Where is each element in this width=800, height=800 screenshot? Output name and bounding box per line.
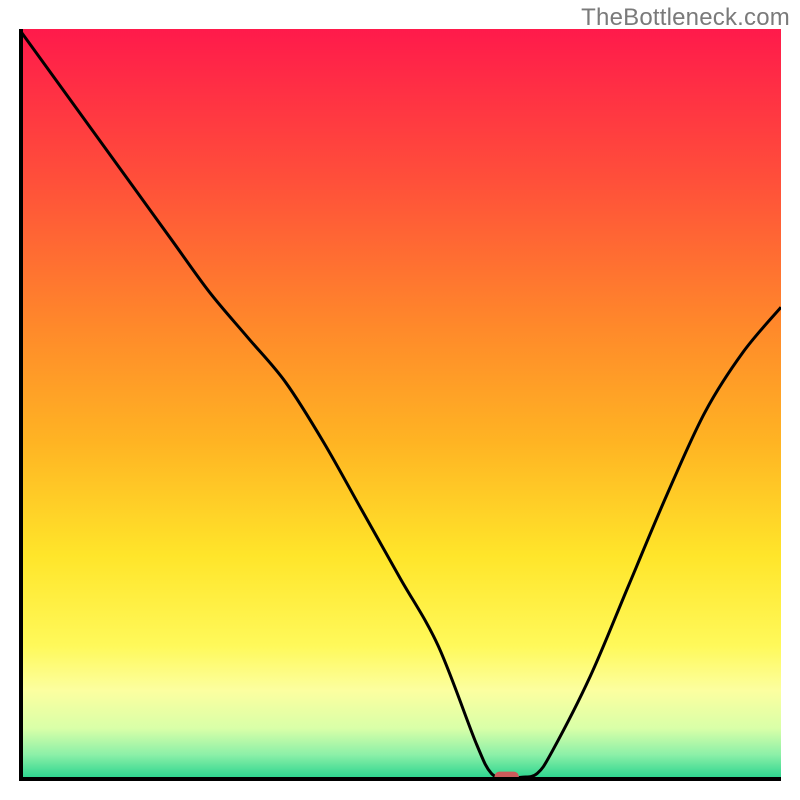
watermark-text: TheBottleneck.com [581,4,790,32]
chart-frame: TheBottleneck.com [0,0,800,800]
bottleneck-chart [19,29,781,781]
plot-area [19,29,781,781]
gradient-background [19,29,781,781]
